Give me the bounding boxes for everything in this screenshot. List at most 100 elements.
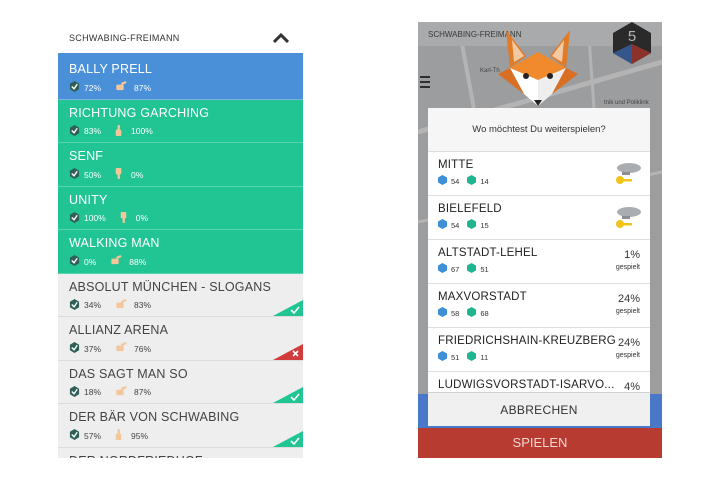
rating-percent: 95% [131,430,149,441]
green-count: 14 [480,176,489,186]
correct-percent: 100% [84,213,106,223]
category-row[interactable]: DER BÄR VON SCHWABING 57% 95% [58,404,303,448]
check-corner-icon [273,430,303,447]
thumb-icon [113,81,131,94]
district-picker-screen: Karl-Th tnik und Poliklink SCHWABING-FRE… [418,22,662,458]
category-name: RICHTUNG GARCHING [69,105,210,120]
district-item[interactable]: ALTSTADT-LEHEL 67 51 1% gespielt [428,240,650,284]
shield-check-icon [69,211,84,225]
category-name: SENF [69,149,104,163]
blue-count: 58 [451,308,460,318]
dialog-question: Wo möchtest Du weiterspielen? [428,108,650,152]
district-dialog: Wo möchtest Du weiterspielen? MITTE 54 14 B… [428,108,650,426]
green-count: 51 [480,264,489,274]
green-count: 68 [480,308,489,318]
chevron-up-icon[interactable] [273,32,289,43]
thumb-icon [108,255,126,268]
shield-check-icon [69,81,84,94]
correct-percent: 34% [84,300,102,310]
category-list-screen: SCHWABING-FREIMANN BALLY PRELL 72% 87% RICH… [58,22,303,458]
green-hexagon-icon [467,351,480,363]
category-row[interactable]: RICHTUNG GARCHING 83% 100% [58,99,303,143]
category-row[interactable]: DAS SAGT MAN SO 18% 87% [58,360,303,404]
check-corner-icon [273,300,303,316]
district-name: LUDWIGSVORSTADT-ISARVO... [438,379,615,391]
rating-percent: 0% [131,169,144,180]
category-stats: 18% 87% [69,385,303,399]
list-header: SCHWABING-FREIMANN [58,22,303,56]
blue-hexagon-icon [438,219,451,231]
screen: SCHWABING-FREIMANN BALLY PRELL 72% 87% RICH… [0,0,720,480]
thumb-icon [113,429,128,442]
correct-percent: 37% [84,343,102,354]
category-stats: 37% 76% [69,342,303,355]
rating-percent: 0% [135,213,149,223]
correct-percent: 72% [84,82,102,93]
correct-percent: 83% [84,126,102,136]
category-row[interactable]: SENF 50% 0% [58,143,303,187]
category-name: DER BÄR VON SCHWABING [69,410,240,424]
cancel-button[interactable]: ABBRECHEN [428,392,650,426]
category-row[interactable]: BALLY PRELL 72% 87% [58,56,303,100]
thumb-icon [118,211,133,225]
green-hexagon-icon [467,175,480,187]
thumb-icon [113,385,131,399]
category-row[interactable]: UNITY 100% 0% [58,186,303,230]
shield-check-icon [69,342,84,355]
district-item[interactable]: BIELEFELD 54 15 [428,196,650,240]
category-name: UNITY [69,192,108,207]
district-item[interactable]: MAXVORSTADT 58 68 24% gespielt [428,284,650,328]
played-percent: 24% gespielt [615,337,640,360]
blue-count: 54 [451,220,460,230]
thumb-icon [113,168,128,181]
district-title: SCHWABING-FREIMANN [69,32,180,43]
category-row[interactable]: WALKING MAN 0% 88% [58,230,303,274]
category-row[interactable]: ABSOLUT MÜNCHEN - SLOGANS 34% 83% [58,273,303,317]
category-row[interactable]: ALLIANZ ARENA 37% 76% [58,317,303,361]
district-list: MITTE 54 14 BIELEFELD 54 15 ALTSTADT-LEHEL 67 51… [428,152,650,372]
thumb-icon [113,124,128,138]
played-label: gespielt [615,308,640,315]
blue-hexagon-icon [438,351,451,363]
shield-check-icon [69,255,84,268]
cross-corner-icon [273,343,303,360]
green-hexagon-icon [467,219,480,231]
shield-check-icon [69,429,84,442]
district-item[interactable]: FRIEDRICHSHAIN-KREUZBERG 51 11 24% gespielt [428,328,650,372]
green-count: 15 [480,220,489,230]
rating-percent: 76% [134,343,152,354]
category-stats: 72% 87% [69,81,303,94]
category-name: ABSOLUT MÜNCHEN - SLOGANS [69,279,272,294]
category-list: BALLY PRELL 72% 87% RICHTUNG GARCHING 83% 100… [58,56,303,458]
check-corner-icon [273,387,303,403]
rating-percent: 83% [134,300,152,310]
category-stats: 100% 0% [69,211,303,225]
shield-check-icon [69,168,84,181]
district-item[interactable]: MITTE 54 14 [428,152,650,196]
green-hexagon-icon [467,263,480,275]
played-label: gespielt [615,352,640,359]
fox-mascot-icon [498,30,578,106]
correct-percent: 57% [84,430,102,441]
correct-percent: 0% [84,256,97,267]
blue-count: 67 [451,264,460,274]
category-stats: 0% 88% [69,255,303,268]
blue-hexagon-icon [438,307,451,319]
blue-count: 54 [451,176,460,186]
played-percent: 1% gespielt [615,249,640,272]
rating-percent: 100% [131,126,153,136]
shield-check-icon [69,124,84,138]
category-row[interactable]: DER NORDFRIEDHOF [58,447,303,458]
category-stats: 50% 0% [69,168,303,181]
play-button[interactable]: SPIELEN [418,428,662,458]
blue-hexagon-icon [438,175,451,187]
category-stats: 57% 95% [69,429,303,442]
category-stats: 83% 100% [69,124,303,138]
shield-check-icon [69,298,84,312]
played-label: gespielt [615,264,640,271]
zeppelin-key-icon [616,207,641,228]
category-name: ALLIANZ ARENA [69,323,169,337]
zeppelin-key-icon [616,163,641,184]
blue-count: 51 [451,352,460,362]
category-stats: 34% 83% [69,298,303,312]
